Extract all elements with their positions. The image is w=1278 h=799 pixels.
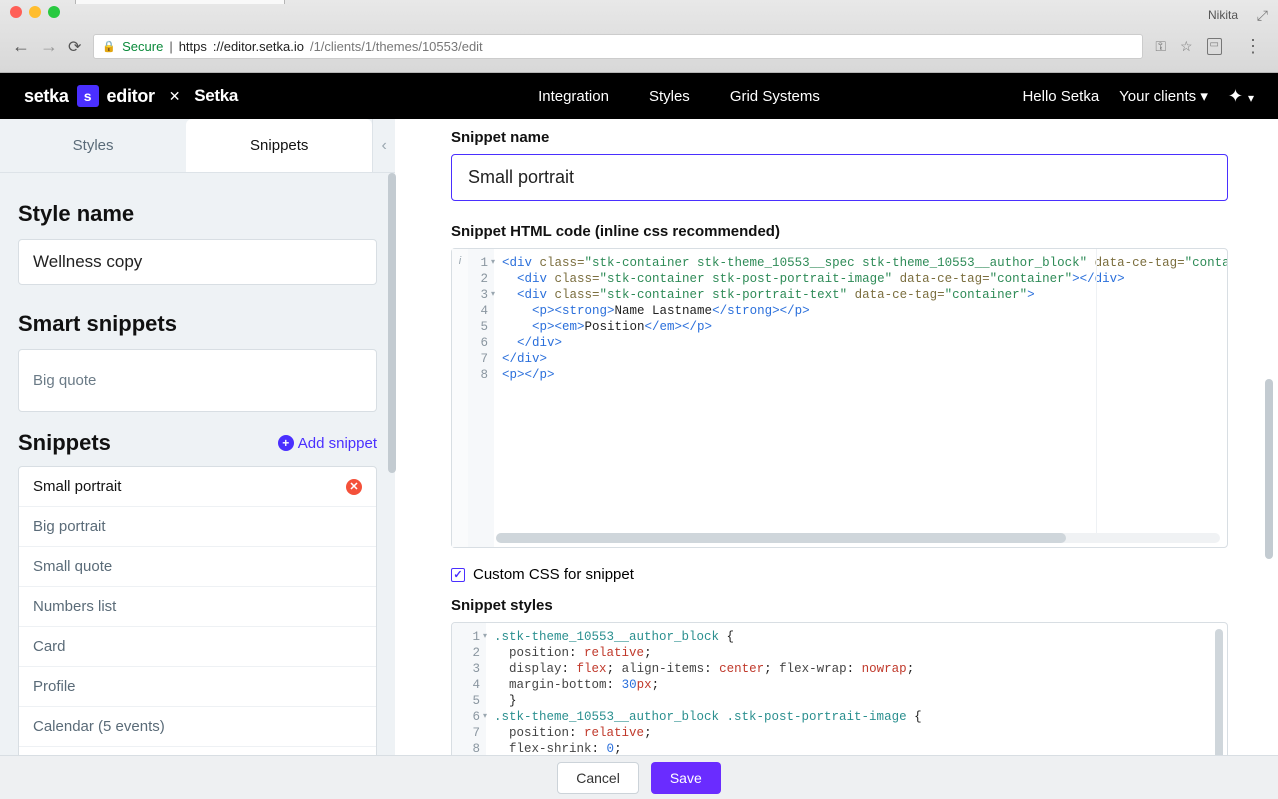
sidebar-tabs: Styles Snippets ‹: [0, 119, 395, 173]
code-area[interactable]: <div class="stk-container stk-theme_1055…: [494, 249, 1227, 547]
snippets-header: Snippets +Add snippet: [18, 430, 377, 456]
snippet-name-input[interactable]: [451, 154, 1228, 201]
logo[interactable]: setka s editor ✕ Setka: [24, 85, 238, 107]
url-host: ://editor.setka.io: [213, 39, 304, 54]
url-separator: |: [169, 39, 172, 54]
chevron-down-icon: ▾: [1248, 91, 1254, 105]
primary-nav: Integration Styles Grid Systems: [538, 88, 820, 105]
cancel-button[interactable]: Cancel: [557, 762, 639, 794]
snippet-code-label: Snippet HTML code (inline css recommende…: [451, 223, 1228, 240]
url-proto: https: [179, 39, 207, 54]
browser-profile[interactable]: Nikita: [1208, 8, 1238, 22]
snippet-item-selected[interactable]: Small portrait ✕: [19, 467, 376, 507]
css-code-editor[interactable]: 1▾23456▾789 .stk-theme_10553__author_blo…: [451, 622, 1228, 755]
chevron-down-icon: ▾: [1200, 88, 1208, 105]
vertical-scrollbar[interactable]: [1215, 629, 1223, 755]
clients-label: Your clients: [1119, 88, 1196, 105]
add-snippet-label: Add snippet: [298, 435, 377, 452]
snippet-item[interactable]: Calendar (10 events): [19, 747, 376, 755]
tab-snippets[interactable]: Snippets: [186, 119, 372, 172]
checkbox-checked-icon[interactable]: ✓: [451, 568, 465, 582]
add-snippet-button[interactable]: +Add snippet: [278, 435, 377, 452]
app-body: Styles Snippets ‹ Style name Smart snipp…: [0, 119, 1278, 755]
snippet-item-label: Small quote: [33, 558, 112, 575]
scrollbar-thumb[interactable]: [496, 533, 1066, 543]
logo-setka: Setka: [194, 86, 238, 106]
style-name-heading: Style name: [18, 201, 377, 227]
plus-icon: +: [278, 435, 294, 451]
main-content: Snippet name Snippet HTML code (inline c…: [395, 119, 1278, 755]
smart-snippets-heading: Smart snippets: [18, 311, 377, 337]
save-button[interactable]: Save: [651, 762, 721, 794]
line-gutter: 1▾23▾45678: [468, 249, 494, 547]
snippet-item-label: Numbers list: [33, 598, 116, 615]
custom-css-toggle-row: ✓ Custom CSS for snippet: [451, 566, 1228, 583]
key-icon[interactable]: ⚿: [1155, 38, 1166, 55]
snippet-list: Small portrait ✕ Big portrait Small quot…: [18, 466, 377, 755]
url-path: /1/clients/1/themes/10553/edit: [310, 39, 483, 54]
snippet-name-label: Snippet name: [451, 129, 1228, 146]
window-expand-icon[interactable]: ⤢: [1257, 7, 1268, 24]
delete-icon[interactable]: ✕: [346, 479, 362, 495]
snippet-item[interactable]: Big portrait: [19, 507, 376, 547]
custom-css-label: Custom CSS for snippet: [473, 566, 634, 583]
browser-tab[interactable]: ⚑ Setka Editor Plugin ×: [75, 0, 285, 4]
star-icon[interactable]: ☆: [1180, 38, 1193, 55]
snippet-item[interactable]: Card: [19, 627, 376, 667]
horizontal-scrollbar[interactable]: [496, 533, 1220, 543]
line-gutter: 1▾23456▾789: [452, 623, 486, 755]
sidebar: Styles Snippets ‹ Style name Smart snipp…: [0, 119, 395, 755]
snippet-item-label: Small portrait: [33, 478, 121, 495]
device-icon[interactable]: ▭: [1207, 38, 1222, 55]
scrollbar-thumb[interactable]: [1265, 379, 1273, 559]
snippet-item[interactable]: Numbers list: [19, 587, 376, 627]
snippet-item-label: Profile: [33, 678, 76, 695]
snippet-item[interactable]: Profile: [19, 667, 376, 707]
nav-forward-icon: →: [40, 36, 56, 57]
app-header: setka s editor ✕ Setka Integration Style…: [0, 73, 1278, 119]
address-bar-row: ← → ⟳ 🔒 Secure | https ://editor.setka.io…: [0, 28, 1278, 65]
html-code-editor[interactable]: i 1▾23▾45678 <div class="stk-container s…: [451, 248, 1228, 548]
greeting: Hello Setka: [1022, 88, 1099, 105]
clients-dropdown[interactable]: Your clients ▾: [1119, 87, 1208, 105]
style-name-input[interactable]: [18, 239, 377, 285]
sidebar-content: Style name Smart snippets Big quote Snip…: [0, 173, 395, 755]
tab-styles[interactable]: Styles: [0, 119, 186, 172]
nav-integration[interactable]: Integration: [538, 88, 609, 105]
cross-icon: ✕: [169, 88, 180, 105]
header-right: Hello Setka Your clients ▾ ✦ ▾: [1022, 86, 1254, 107]
browser-menu-icon[interactable]: ⋮: [1240, 36, 1266, 57]
nav-grid-systems[interactable]: Grid Systems: [730, 88, 820, 105]
snippets-heading: Snippets: [18, 430, 111, 456]
info-gutter: i: [452, 249, 468, 547]
logo-s-icon: s: [77, 85, 99, 107]
logo-text-left: setka: [24, 86, 69, 107]
address-bar[interactable]: 🔒 Secure | https ://editor.setka.io/1/cli…: [93, 34, 1143, 59]
snippet-item-label: Big portrait: [33, 518, 106, 535]
snippet-item[interactable]: Small quote: [19, 547, 376, 587]
browser-chrome: Nikita ⤢ ⚑ Setka Editor Plugin × ▱ ← → ⟳…: [0, 0, 1278, 73]
snippet-item-label: Card: [33, 638, 66, 655]
window-zoom-icon[interactable]: [48, 6, 60, 18]
sidebar-collapse-icon[interactable]: ‹: [372, 119, 395, 172]
nav-back-icon[interactable]: ←: [12, 36, 28, 57]
reload-icon[interactable]: ⟳: [68, 37, 81, 57]
secure-label: Secure: [122, 39, 163, 54]
logo-text-right: editor: [107, 86, 155, 107]
footer: Cancel Save: [0, 755, 1278, 799]
lock-icon: 🔒: [102, 40, 116, 53]
window-close-icon[interactable]: [10, 6, 22, 18]
smart-snippet-item[interactable]: Big quote: [18, 349, 377, 412]
new-tab-button[interactable]: ▱: [293, 0, 305, 2]
code-area[interactable]: .stk-theme_10553__author_block { positio…: [486, 623, 1227, 755]
snippet-item-label: Calendar (5 events): [33, 718, 165, 735]
address-bar-icons: ⚿ ☆ ▭: [1155, 38, 1228, 55]
snippet-styles-label: Snippet styles: [451, 597, 1228, 614]
snippet-item[interactable]: Calendar (5 events): [19, 707, 376, 747]
gear-icon[interactable]: ✦ ▾: [1228, 86, 1254, 107]
window-minimize-icon[interactable]: [29, 6, 41, 18]
main-scrollbar[interactable]: [1263, 129, 1273, 749]
ruler-line: [1096, 249, 1097, 533]
nav-styles[interactable]: Styles: [649, 88, 690, 105]
